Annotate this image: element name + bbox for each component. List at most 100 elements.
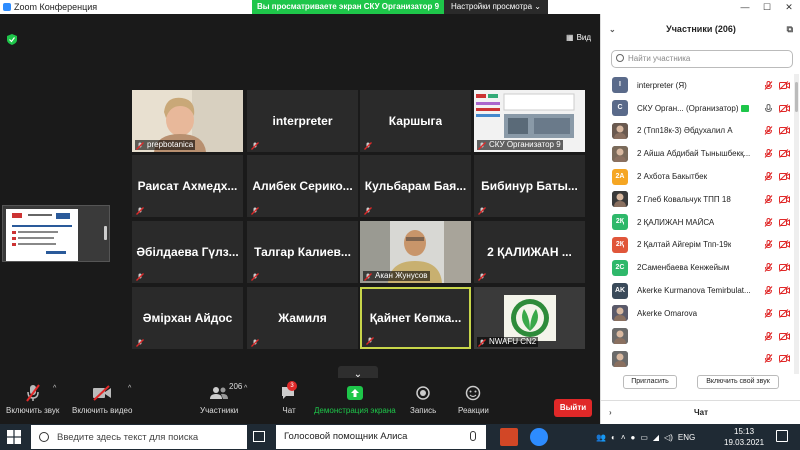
video-tile[interactable]: NWAFU CN2 bbox=[474, 287, 585, 349]
powerpoint-taskbar-icon[interactable] bbox=[500, 428, 518, 446]
mic-tray-icon[interactable]: ● bbox=[630, 433, 635, 442]
share-screen-button[interactable]: Демонстрация экрана bbox=[314, 384, 396, 415]
participant-video-icon[interactable] bbox=[779, 149, 790, 159]
video-tile[interactable]: interpreter bbox=[247, 90, 358, 152]
collapse-chevron-icon[interactable]: ⌄ bbox=[609, 25, 616, 34]
video-tile[interactable]: Кульбарам Бая... bbox=[360, 155, 471, 217]
participant-mic-icon[interactable] bbox=[764, 103, 773, 113]
record-button[interactable]: Запись bbox=[410, 384, 436, 415]
windows-taskbar: Введите здесь текст для поиска Голосовой… bbox=[0, 424, 800, 450]
participant-row[interactable]: Akerke Omarova bbox=[601, 302, 796, 325]
participant-label: СКУ Организатор 9 bbox=[477, 140, 563, 150]
participants-caret-icon[interactable]: ^ bbox=[244, 385, 247, 392]
participant-row[interactable]: 2A 2 Ахбота Бакытбек bbox=[601, 165, 796, 188]
taskbar-search-input[interactable]: Введите здесь текст для поиска bbox=[31, 425, 247, 449]
participant-row[interactable]: 2Қ 2 Қалтай Айгерім Тпп-19к bbox=[601, 234, 796, 257]
minimize-button[interactable]: — bbox=[734, 0, 756, 14]
video-tile[interactable]: prepbotanica bbox=[132, 90, 243, 152]
taskbar-clock[interactable]: 15:13 19.03.2021 bbox=[724, 426, 764, 448]
reactions-button[interactable]: Реакции bbox=[458, 384, 489, 415]
participant-row[interactable] bbox=[601, 325, 796, 348]
participant-video-icon[interactable] bbox=[779, 263, 790, 273]
video-options-caret-icon[interactable]: ^ bbox=[128, 385, 131, 392]
zoom-taskbar-icon[interactable] bbox=[530, 428, 548, 446]
participant-mic-icon[interactable] bbox=[764, 80, 773, 90]
chevron-up-icon[interactable]: ˄ bbox=[621, 433, 626, 442]
participant-video-icon[interactable] bbox=[779, 308, 790, 318]
start-video-button[interactable]: Включить видео bbox=[72, 384, 132, 415]
voice-microphone-icon[interactable] bbox=[470, 431, 476, 441]
video-tile[interactable]: 2 ҚАЛИЖАН ... bbox=[474, 221, 585, 283]
participant-mic-icon[interactable] bbox=[764, 217, 773, 227]
tray-app-icon[interactable]: ◐ bbox=[611, 433, 616, 442]
participant-mic-icon[interactable] bbox=[764, 286, 773, 295]
video-tile[interactable]: Раисат Ахмедх... bbox=[132, 155, 243, 217]
participant-video-icon[interactable] bbox=[779, 240, 790, 250]
video-tile[interactable]: СКУ Организатор 9 bbox=[474, 90, 585, 152]
video-tile[interactable]: Әбілдаева Гүлз... bbox=[132, 221, 243, 283]
participant-row[interactable]: С СКУ Орган... (Организатор) bbox=[601, 97, 796, 120]
voice-assistant-box[interactable]: Голосовой помощник Алиса bbox=[276, 425, 486, 449]
video-tile[interactable]: Каршыга bbox=[360, 90, 471, 152]
participant-video-icon[interactable] bbox=[779, 172, 790, 181]
participant-video-icon[interactable] bbox=[779, 195, 790, 204]
participant-video-icon[interactable] bbox=[779, 331, 790, 341]
participant-video-icon[interactable] bbox=[779, 126, 790, 136]
invite-button[interactable]: Пригласить bbox=[623, 375, 677, 389]
chat-section-header[interactable]: › Чат bbox=[601, 400, 800, 424]
pop-out-icon[interactable]: ⧉ bbox=[787, 24, 793, 35]
participant-mic-icon[interactable] bbox=[764, 126, 773, 136]
view-options-button[interactable]: Настройки просмотра ⌄ bbox=[444, 0, 548, 14]
video-tile[interactable]: Жамиля bbox=[247, 287, 358, 349]
participant-video-icon[interactable] bbox=[779, 103, 790, 113]
notification-center-icon[interactable] bbox=[776, 430, 788, 442]
chat-expand-chevron-icon[interactable]: › bbox=[609, 408, 612, 417]
participant-list-scrollbar[interactable] bbox=[794, 74, 799, 374]
battery-icon[interactable]: ▭ bbox=[640, 433, 648, 442]
participant-video-icon[interactable] bbox=[779, 354, 790, 364]
video-tile[interactable]: Бибинур Баты... bbox=[474, 155, 585, 217]
shared-screen-thumbnail[interactable] bbox=[2, 205, 110, 262]
participant-mic-icon[interactable] bbox=[764, 149, 773, 159]
participant-row[interactable]: 2 Глеб Ковальчук ТПП 18 bbox=[601, 188, 796, 211]
participant-row[interactable]: 2 Айша Абдибай Тынышбекқ... bbox=[601, 142, 796, 165]
unmute-button[interactable]: Включить звук bbox=[6, 384, 59, 415]
participant-mic-icon[interactable] bbox=[764, 308, 773, 318]
video-tile[interactable]: Әмірхан Айдос bbox=[132, 287, 243, 349]
participant-row[interactable]: 2Қ 2 ҚАЛИЖАН МАЙСА bbox=[601, 211, 796, 234]
volume-icon[interactable]: ◁) bbox=[664, 433, 673, 442]
video-tile[interactable]: Акан Жунусов bbox=[360, 221, 471, 283]
participant-search-input[interactable]: Найти участника bbox=[611, 50, 793, 68]
video-tile[interactable]: Қайнет Көпжа... bbox=[360, 287, 471, 349]
participant-mic-icon[interactable] bbox=[764, 354, 773, 364]
participant-row[interactable]: AK Akerke Kurmanova Temirbulat... bbox=[601, 279, 796, 302]
audio-options-caret-icon[interactable]: ^ bbox=[53, 385, 56, 392]
language-indicator[interactable]: ENG bbox=[678, 433, 695, 442]
participant-row[interactable]: 2 (Тпп18к-3) Әбдухалил А bbox=[601, 120, 796, 143]
maximize-button[interactable]: ☐ bbox=[756, 0, 778, 14]
view-button[interactable]: ▦ Вид bbox=[566, 33, 591, 42]
windows-start-icon[interactable] bbox=[7, 430, 21, 444]
participant-video-icon[interactable] bbox=[779, 286, 790, 295]
video-tile[interactable]: Алибек Серико... bbox=[247, 155, 358, 217]
participant-avatar: AK bbox=[612, 282, 628, 299]
unmute-self-button[interactable]: Включить свой звук bbox=[697, 375, 779, 389]
network-icon[interactable]: ◢ bbox=[653, 433, 659, 442]
participant-video-icon[interactable] bbox=[779, 217, 790, 227]
participant-row[interactable]: Iinterpreter (Я) bbox=[601, 74, 796, 97]
participant-mic-icon[interactable] bbox=[764, 331, 773, 341]
security-shield-icon[interactable] bbox=[7, 34, 17, 45]
close-window-button[interactable]: ✕ bbox=[778, 0, 800, 14]
participant-mic-icon[interactable] bbox=[764, 194, 773, 204]
people-icon[interactable]: 👥 bbox=[596, 433, 606, 442]
participant-row[interactable] bbox=[601, 348, 796, 371]
participant-mic-icon[interactable] bbox=[764, 240, 773, 250]
participant-mic-icon[interactable] bbox=[764, 263, 773, 273]
participant-row[interactable]: 2С 2Саменбаева Кенжейым bbox=[601, 256, 796, 279]
thumbnail-resize-handle[interactable] bbox=[104, 226, 107, 240]
participant-video-icon[interactable] bbox=[779, 81, 790, 90]
participant-mic-icon[interactable] bbox=[764, 172, 773, 181]
leave-meeting-button[interactable]: Выйти bbox=[554, 399, 592, 417]
video-tile[interactable]: Талгар Калиев... bbox=[247, 221, 358, 283]
task-view-icon[interactable] bbox=[253, 431, 265, 442]
